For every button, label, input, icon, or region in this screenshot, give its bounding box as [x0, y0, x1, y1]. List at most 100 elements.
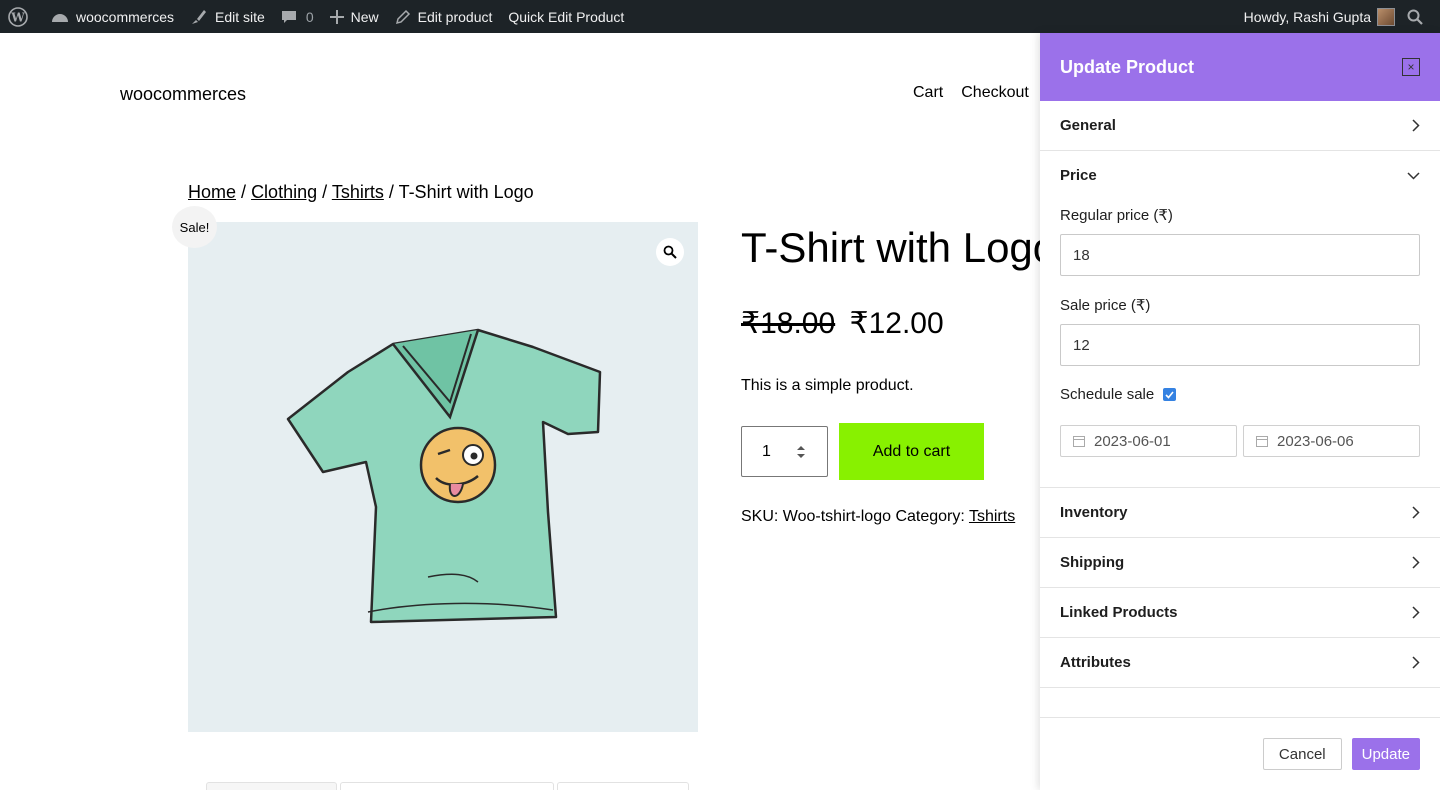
breadcrumb-tshirts[interactable]: Tshirts	[332, 182, 384, 202]
section-attributes-label: Attributes	[1060, 654, 1131, 671]
regular-price-label: Regular price (₹)	[1060, 207, 1173, 224]
close-button[interactable]: ×	[1402, 58, 1420, 76]
admin-bar: W woocommerces Edit site 0 New Edit prod…	[0, 0, 1440, 33]
search-icon[interactable]	[1399, 0, 1440, 33]
dashboard-icon	[52, 13, 68, 22]
section-shipping-label: Shipping	[1060, 554, 1125, 571]
comment-icon	[281, 10, 296, 23]
price-fields: Regular price (₹) 18 Sale price (₹) 12 S…	[1040, 200, 1440, 487]
calendar-icon	[1256, 436, 1268, 447]
schedule-sale-checkbox[interactable]	[1163, 388, 1177, 401]
sku-label: SKU:	[741, 508, 779, 525]
sale-date-from-input[interactable]: 2023-06-01	[1060, 425, 1237, 457]
section-general-header[interactable]: General	[1040, 101, 1440, 150]
avatar	[1377, 7, 1395, 26]
panel-footer: Cancel Update	[1040, 717, 1440, 790]
quantity-stepper[interactable]: 1	[741, 426, 828, 477]
admin-site-name: woocommerces	[76, 8, 175, 25]
spinner-arrows-icon[interactable]	[795, 444, 807, 460]
wordpress-logo-icon[interactable]: W	[0, 0, 43, 33]
site-title[interactable]: woocommerces	[120, 84, 246, 105]
product-image[interactable]	[188, 222, 698, 732]
edit-site-label: Edit site	[215, 8, 265, 25]
section-general: General	[1040, 101, 1440, 151]
tab-additional-info[interactable]	[340, 782, 554, 790]
comments-count: 0	[305, 8, 314, 25]
product-title: T-Shirt with Logo	[741, 224, 1057, 271]
section-inventory-label: Inventory	[1060, 504, 1128, 521]
sale-date-to: 2023-06-06	[1277, 432, 1354, 450]
nav-item-cart[interactable]: Cart	[913, 84, 943, 102]
breadcrumb-home[interactable]: Home	[188, 182, 236, 202]
edit-product-label: Edit product	[417, 8, 493, 25]
section-linked-products: Linked Products	[1040, 588, 1440, 638]
chevron-right-icon	[1412, 506, 1420, 519]
update-product-panel: Update Product × General Price Regular p…	[1040, 33, 1440, 790]
account-menu[interactable]: Howdy, Rashi Gupta	[1236, 0, 1399, 33]
regular-price-input[interactable]: 18	[1060, 234, 1420, 276]
update-button[interactable]: Update	[1351, 738, 1420, 770]
edit-site-link[interactable]: Edit site	[182, 0, 273, 33]
quick-edit-product-link[interactable]: Quick Edit Product	[500, 0, 632, 33]
regular-price: ₹18.00	[741, 307, 836, 340]
section-inventory: Inventory	[1040, 488, 1440, 538]
chevron-right-icon	[1412, 606, 1420, 619]
breadcrumb: Home / Clothing / Tshirts / T-Shirt with…	[188, 182, 534, 203]
panel-header: Update Product ×	[1040, 33, 1440, 101]
greeting: Howdy, Rashi Gupta	[1243, 8, 1371, 25]
chevron-down-icon	[1407, 171, 1420, 180]
tshirt-illustration	[286, 328, 602, 624]
zoom-icon[interactable]	[656, 238, 684, 266]
section-price: Price Regular price (₹) 18 Sale price (₹…	[1040, 151, 1440, 488]
nav-item-checkout[interactable]: Checkout	[961, 84, 1029, 102]
sku-value: Woo-tshirt-logo	[782, 508, 891, 525]
section-general-label: General	[1060, 117, 1116, 134]
sale-date-to-input[interactable]: 2023-06-06	[1243, 425, 1420, 457]
primary-nav: Cart Checkout	[913, 84, 1029, 102]
category-label: Category:	[895, 508, 965, 525]
sale-date-range: 2023-06-01 2023-06-06	[1060, 425, 1420, 457]
sale-price-input[interactable]: 12	[1060, 324, 1420, 366]
section-shipping: Shipping	[1040, 538, 1440, 588]
schedule-sale-label: Schedule sale	[1060, 386, 1155, 403]
svg-text:W: W	[10, 10, 25, 24]
section-attributes: Attributes	[1040, 638, 1440, 688]
panel-title: Update Product	[1060, 56, 1195, 77]
calendar-icon	[1073, 436, 1085, 447]
tab-description[interactable]	[206, 782, 337, 790]
section-price-header[interactable]: Price	[1040, 151, 1440, 200]
edit-product-link[interactable]: Edit product	[387, 0, 501, 33]
admin-site-link[interactable]: woocommerces	[43, 0, 182, 33]
pencil-icon	[395, 9, 410, 24]
section-linked-products-label: Linked Products	[1060, 604, 1178, 621]
breadcrumb-separator: /	[388, 182, 394, 202]
quick-edit-label: Quick Edit Product	[508, 8, 625, 25]
section-shipping-header[interactable]: Shipping	[1040, 538, 1440, 587]
brush-icon	[192, 9, 207, 24]
check-icon	[1165, 390, 1174, 399]
tab-reviews[interactable]	[557, 782, 689, 790]
sale-date-from: 2023-06-01	[1094, 432, 1171, 450]
chevron-right-icon	[1412, 119, 1420, 132]
chevron-right-icon	[1412, 556, 1420, 569]
new-content-link[interactable]: New	[322, 0, 387, 33]
product-price: ₹18.00 ₹12.00	[741, 306, 944, 341]
product-meta: SKU: Woo-tshirt-logo Category: Tshirts	[741, 508, 1015, 526]
breadcrumb-current: T-Shirt with Logo	[398, 182, 534, 202]
section-inventory-header[interactable]: Inventory	[1040, 488, 1440, 537]
chevron-right-icon	[1412, 656, 1420, 669]
short-description: This is a simple product.	[741, 377, 914, 394]
schedule-sale-row: Schedule sale	[1060, 386, 1420, 403]
breadcrumb-clothing[interactable]: Clothing	[251, 182, 317, 202]
plus-icon	[329, 9, 344, 24]
sale-price: ₹12.00	[849, 307, 944, 340]
section-price-label: Price	[1060, 167, 1097, 184]
section-linked-products-header[interactable]: Linked Products	[1040, 588, 1440, 637]
add-to-cart-button[interactable]: Add to cart	[839, 423, 984, 480]
cancel-button[interactable]: Cancel	[1262, 738, 1342, 770]
breadcrumb-separator: /	[322, 182, 328, 202]
category-link[interactable]: Tshirts	[969, 508, 1015, 525]
section-attributes-header[interactable]: Attributes	[1040, 638, 1440, 687]
new-label: New	[350, 8, 379, 25]
comments-link[interactable]: 0	[273, 0, 322, 33]
